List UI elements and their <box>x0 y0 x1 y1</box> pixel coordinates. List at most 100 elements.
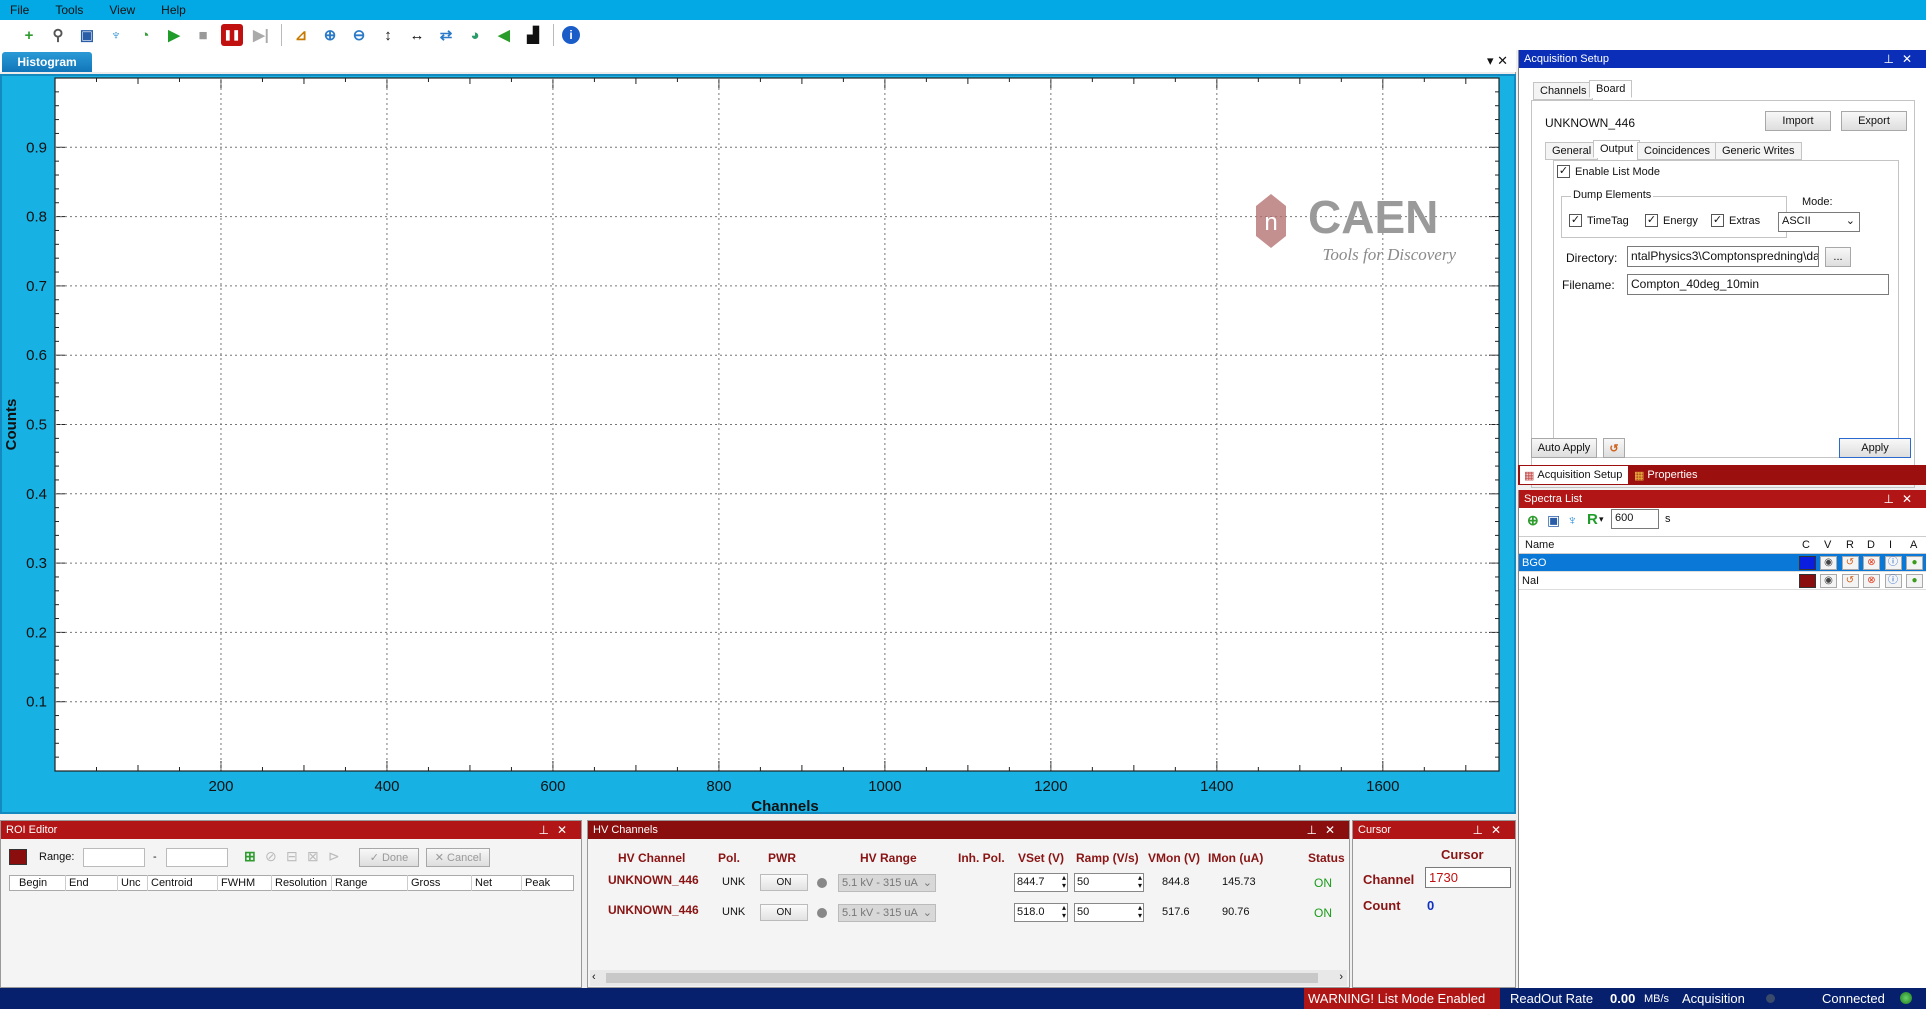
probe-icon[interactable]: ♆ <box>1567 512 1578 528</box>
apply-button[interactable]: Apply <box>1839 438 1911 458</box>
play-icon[interactable]: ▶ <box>163 24 185 46</box>
pin-close-icon[interactable]: ⊥✕ <box>1883 492 1920 506</box>
menu-help[interactable]: Help <box>157 3 190 17</box>
range-end-input[interactable] <box>166 848 228 867</box>
menu-file[interactable]: File <box>6 3 33 17</box>
range-begin-input[interactable] <box>83 848 145 867</box>
pin-close-icon[interactable]: ⊥✕ <box>1306 823 1343 837</box>
delete-roi-icon[interactable]: ⊠ <box>307 848 319 865</box>
subtab-general[interactable]: General <box>1545 142 1599 160</box>
hv-range-select[interactable]: 5.1 kV - 315 uA ⌄ <box>838 874 936 892</box>
reset-icon[interactable]: R <box>1587 511 1598 528</box>
hv-range-select[interactable]: 5.1 kV - 315 uA ⌄ <box>838 904 936 922</box>
filename-input[interactable]: Compton_40deg_10min <box>1627 274 1889 295</box>
subtab-coincidences[interactable]: Coincidences <box>1637 142 1718 160</box>
energy-checkbox[interactable]: ✓ <box>1645 214 1658 227</box>
pin-close-icon[interactable]: ⊥✕ <box>538 823 575 837</box>
scroll-thumb[interactable] <box>606 973 1318 983</box>
scroll-left-icon[interactable]: ‹ <box>592 971 596 983</box>
directory-input[interactable]: ntalPhysics3\Comptonspredning\data\Cc <box>1627 246 1819 267</box>
hv-ramp-input[interactable]: 50 ▴ ▾ <box>1074 873 1144 892</box>
time-input[interactable]: 600 <box>1611 509 1659 529</box>
chart-icon[interactable]: ⊿ <box>290 24 312 46</box>
hv-vset-input[interactable]: 844.7 ▴ ▾ <box>1014 873 1068 892</box>
info-icon[interactable]: ⓘ <box>1884 556 1902 570</box>
info-icon[interactable]: ⓘ <box>1884 574 1902 588</box>
undo-icon[interactable]: ↺ <box>1603 438 1625 458</box>
x-tick-label: 1600 <box>1366 778 1399 795</box>
histogram-plot[interactable]: 200 400 600 800 1000 1200 1400 1600 0.1 0.2 0.3 0.4… <box>4 76 1514 812</box>
hv-horizontal-scrollbar[interactable]: ‹ › <box>590 970 1347 986</box>
forward-roi-icon[interactable]: ⊳ <box>328 848 340 865</box>
eye-icon[interactable]: ◉ <box>1820 556 1837 570</box>
pin-close-icon[interactable]: ⊥✕ <box>1883 52 1920 66</box>
hv-power-toggle[interactable]: ON <box>760 874 808 891</box>
menu-view[interactable]: View <box>105 3 139 17</box>
connect-icon[interactable]: ⚲ <box>47 24 69 46</box>
tab-properties[interactable]: ▦ Properties <box>1630 466 1710 484</box>
spinner-icon[interactable]: ▴ ▾ <box>1062 874 1066 890</box>
enable-list-mode-checkbox[interactable]: ✓ <box>1557 165 1570 178</box>
tab-histogram[interactable]: Histogram <box>2 52 92 72</box>
extras-checkbox[interactable]: ✓ <box>1711 214 1724 227</box>
add-spectrum-icon[interactable]: ⊕ <box>1527 512 1539 529</box>
roi-color-swatch[interactable] <box>9 849 27 865</box>
probe-icon[interactable]: ♆ <box>105 24 127 46</box>
tab-channels[interactable]: Channels <box>1533 82 1594 100</box>
tab-board[interactable]: Board <box>1589 80 1633 98</box>
browse-button[interactable]: ... <box>1825 247 1851 267</box>
done-button[interactable]: ✓ Done <box>359 848 419 867</box>
info-icon[interactable]: i <box>562 26 580 44</box>
send-icon[interactable]: ◀ <box>493 24 515 46</box>
auto-apply-button[interactable]: Auto Apply <box>1531 438 1597 458</box>
chevron-down-icon[interactable]: ▾ <box>1599 514 1604 525</box>
bars-icon[interactable]: ▟ <box>522 24 544 46</box>
delete-icon[interactable]: ⊗ <box>1863 574 1880 588</box>
eye-icon[interactable]: ◉ <box>1820 574 1837 588</box>
reset-icon[interactable]: ↺ <box>1841 574 1859 588</box>
menu-tools[interactable]: Tools <box>51 3 87 17</box>
active-icon[interactable]: ● <box>1906 556 1923 570</box>
cancel-button[interactable]: ✕ Cancel <box>426 848 490 867</box>
hv-vset-input[interactable]: 518.0 ▴ ▾ <box>1014 903 1068 922</box>
reset-icon[interactable]: ↺ <box>1841 556 1859 570</box>
delete-icon[interactable]: ⊗ <box>1863 556 1880 570</box>
save-icon[interactable]: ▣ <box>1547 512 1560 529</box>
add-roi-icon[interactable]: ⊞ <box>244 848 256 865</box>
spectrum-row[interactable]: BGO ◉ ↺ ⊗ ⓘ ● <box>1519 554 1926 572</box>
timetag-checkbox[interactable]: ✓ <box>1569 214 1582 227</box>
zoom-out-icon[interactable]: ⊖ <box>348 24 370 46</box>
spinner-icon[interactable]: ▴ ▾ <box>1138 874 1142 890</box>
tab-acquisition-setup[interactable]: ▦ Acquisition Setup <box>1520 466 1628 484</box>
refresh-icon[interactable]: ⇄ <box>435 24 457 46</box>
spectrum-color-swatch[interactable] <box>1799 556 1816 570</box>
spinner-icon[interactable]: ▴ ▾ <box>1062 904 1066 920</box>
pin-close-icon[interactable]: ⊥✕ <box>1472 823 1509 837</box>
channel-value[interactable]: 1730 <box>1425 867 1511 888</box>
export-button[interactable]: Export <box>1841 111 1907 131</box>
hv-ramp-input[interactable]: 50 ▴ ▾ <box>1074 903 1144 922</box>
active-icon[interactable]: ● <box>1906 574 1923 588</box>
edit-roi-icon[interactable]: ⊘ <box>265 848 277 865</box>
subtab-output[interactable]: Output <box>1593 140 1641 158</box>
add-icon[interactable]: + <box>18 24 40 46</box>
spectrum-color-swatch[interactable] <box>1799 574 1816 588</box>
zoom-in-icon[interactable]: ⊕ <box>319 24 341 46</box>
vertical-resize-icon[interactable]: ↕ <box>377 24 399 46</box>
subtab-generic-writes[interactable]: Generic Writes <box>1715 142 1802 160</box>
scroll-right-icon[interactable]: › <box>1339 971 1343 983</box>
step-icon[interactable]: ▶| <box>250 24 272 46</box>
rss-icon[interactable]: ◔ <box>134 24 156 46</box>
globe-icon[interactable]: ◕ <box>464 24 486 46</box>
hv-power-toggle[interactable]: ON <box>760 904 808 921</box>
histogram-window-controls[interactable]: ▾ ✕ <box>1487 53 1508 69</box>
spectrum-row[interactable]: NaI ◉ ↺ ⊗ ⓘ ● <box>1519 572 1926 590</box>
import-button[interactable]: Import <box>1765 111 1831 131</box>
mode-select[interactable]: ASCII ⌄ <box>1778 212 1860 232</box>
pause-icon[interactable]: ❚❚ <box>221 24 243 46</box>
stop-icon[interactable]: ■ <box>192 24 214 46</box>
horizontal-resize-icon[interactable]: ↔ <box>406 24 428 46</box>
spinner-icon[interactable]: ▴ ▾ <box>1138 904 1142 920</box>
save-icon[interactable]: ▣ <box>76 24 98 46</box>
remove-roi-icon[interactable]: ⊟ <box>286 848 298 865</box>
